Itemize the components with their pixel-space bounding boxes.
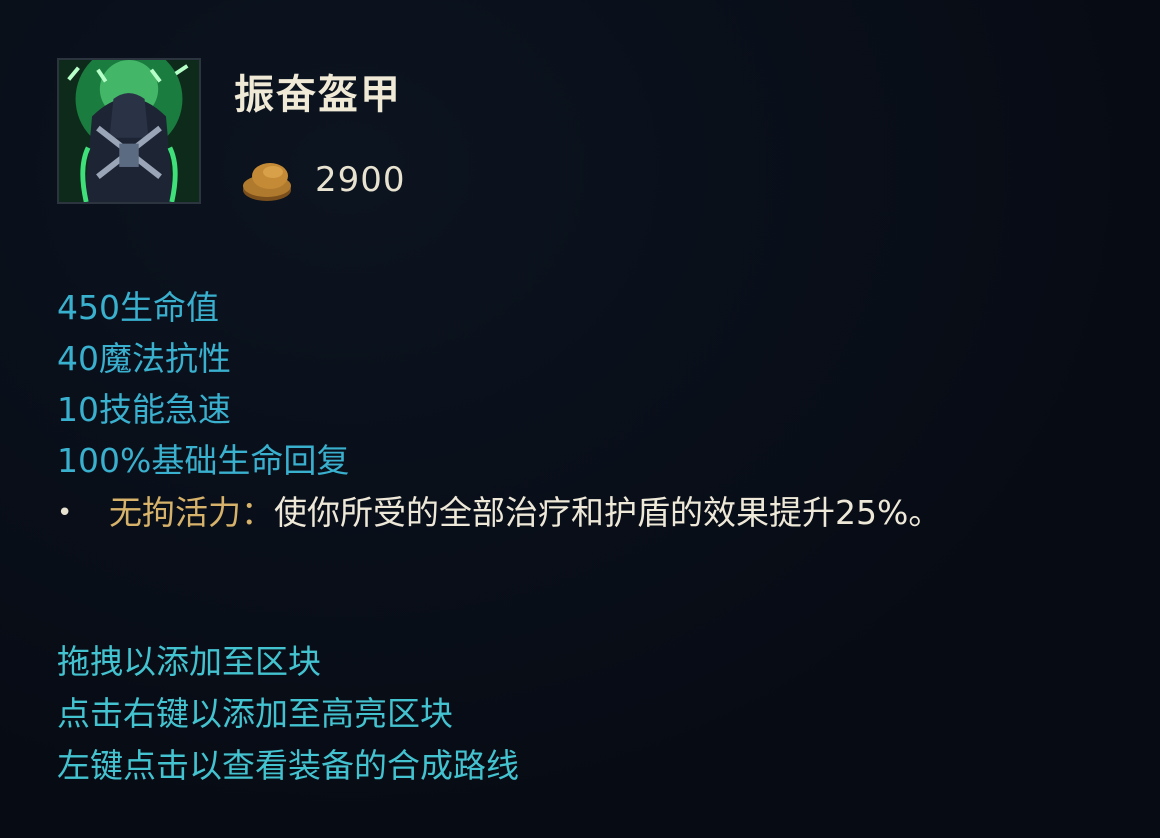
gold-coin-icon	[243, 163, 291, 201]
armor-icon-art	[59, 60, 199, 202]
hint-right-click: 点击右键以添加至高亮区块	[57, 694, 453, 733]
passive-description: 使你所受的全部治疗和护盾的效果提升25%。	[274, 493, 942, 532]
hint-drag: 拖拽以添加至区块	[57, 642, 321, 681]
hint-list: 拖拽以添加至区块 点击右键以添加至高亮区块 左键点击以查看装备的合成路线	[57, 636, 519, 792]
stat-magic-resist: 40魔法抗性	[57, 339, 231, 378]
passive-effect: • 无拘活力：使你所受的全部治疗和护盾的效果提升25%。	[57, 490, 941, 536]
bullet-icon: •	[57, 498, 73, 528]
stat-ability-haste: 10技能急速	[57, 390, 231, 429]
stat-list: 450生命值 40魔法抗性 10技能急速 100%基础生命回复	[57, 282, 349, 486]
stat-health: 450生命值	[57, 288, 219, 327]
item-tooltip: 振奋盔甲 2900 450生命值 40魔法抗性 10技能急速 100%基础生命回…	[0, 0, 1160, 838]
stat-health-regen: 100%基础生命回复	[57, 441, 350, 480]
hint-left-click: 左键点击以查看装备的合成路线	[57, 746, 519, 785]
item-cost: 2900	[315, 160, 406, 200]
item-title: 振奋盔甲	[234, 72, 402, 118]
passive-name: 无拘活力：	[109, 493, 274, 532]
armor-item-icon[interactable]	[57, 58, 201, 204]
